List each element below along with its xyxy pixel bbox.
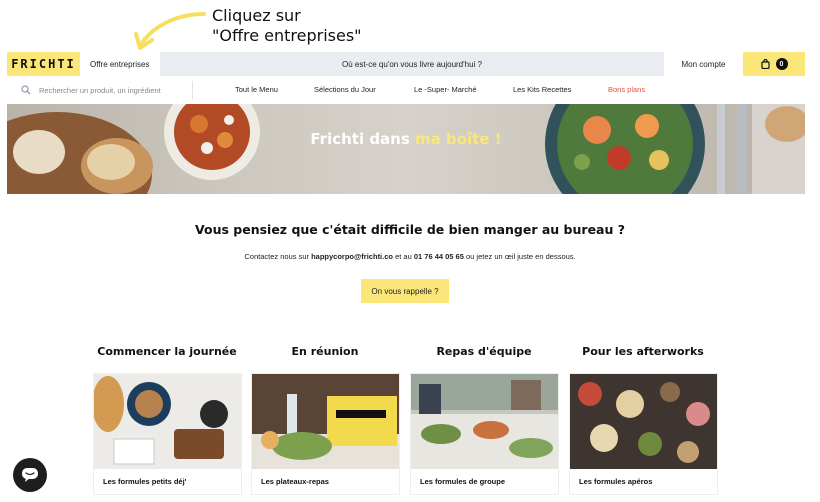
aperitif-photo [570, 374, 717, 469]
contact-suffix: ou jetez un œil juste en dessous. [463, 252, 576, 261]
category-card-trays[interactable]: Les plateaux-repas [252, 374, 399, 494]
frichti-logo[interactable]: FRICHTI [7, 52, 80, 76]
bag-icon [760, 59, 770, 69]
chat-widget-button[interactable] [13, 458, 47, 492]
contact-text: Contactez nous sur happycorpo@frichti.co… [0, 252, 820, 261]
nav-selections-du-jour[interactable]: Sélections du Jour [314, 85, 376, 94]
nav-super-marche[interactable]: Le -Super- Marché [414, 85, 477, 94]
category-title-meeting: En réunion [291, 345, 359, 358]
annotation-arrow-icon [134, 12, 206, 50]
contact-prefix: Contactez nous sur [244, 252, 312, 261]
account-link[interactable]: Mon compte [664, 52, 743, 76]
card-label-breakfast: Les formules petits déj' [103, 477, 187, 486]
nav-tout-le-menu[interactable]: Tout le Menu [235, 85, 278, 94]
chat-icon [22, 468, 38, 482]
contact-email[interactable]: happycorpo@frichti.co [311, 252, 393, 261]
category-title-afterworks: Pour les afterworks [582, 345, 704, 358]
cart-count-badge: 0 [775, 58, 788, 70]
top-header: FRICHTI Offre entreprises Où est-ce qu'o… [7, 52, 805, 76]
banner-food-illustration [7, 104, 805, 194]
nav-bons-plans[interactable]: Bons plans [608, 85, 645, 94]
contact-middle: et au [392, 252, 414, 261]
callback-button[interactable]: On vous rappelle ? [361, 279, 449, 303]
offre-entreprises-link[interactable]: Offre entreprises [80, 52, 160, 76]
card-label-aperos: Les formules apéros [579, 477, 653, 486]
annotation-line-1: Cliquez sur [212, 6, 301, 25]
annotation-line-2: "Offre entreprises" [212, 26, 362, 45]
contact-phone[interactable]: 01 76 44 05 65 [414, 252, 464, 261]
category-title-team-meal: Repas d'équipe [436, 345, 532, 358]
card-label-trays: Les plateaux-repas [261, 477, 329, 486]
search-icon [21, 85, 31, 95]
breakfast-photo [94, 374, 241, 469]
annotation-text: Cliquez sur "Offre entreprises" [212, 6, 362, 46]
category-card-breakfast[interactable]: Les formules petits déj' [94, 374, 241, 494]
hero-banner: Frichti dans ma boîte ! [7, 104, 805, 194]
nav-kits-recettes[interactable]: Les Kits Recettes [513, 85, 571, 94]
search-bar[interactable]: Rechercher un produit, un ingrédient [7, 81, 193, 99]
team-meal-photo [411, 374, 558, 469]
category-title-morning: Commencer la journée [97, 345, 237, 358]
card-label-group: Les formules de groupe [420, 477, 506, 486]
banner-title-prefix: Frichti dans [310, 130, 416, 148]
page-headline: Vous pensiez que c'était difficile de bi… [195, 222, 625, 237]
banner-title: Frichti dans ma boîte ! [7, 130, 805, 148]
meal-tray-photo [252, 374, 399, 469]
banner-title-highlight: ma boîte ! [415, 130, 502, 148]
main-nav: Rechercher un produit, un ingrédient Tou… [7, 78, 805, 102]
delivery-address-bar[interactable]: Où est-ce qu'on vous livre aujourd'hui ? [160, 52, 664, 76]
category-card-group[interactable]: Les formules de groupe [411, 374, 558, 494]
category-card-aperos[interactable]: Les formules apéros [570, 374, 717, 494]
cart-button[interactable]: 0 [743, 52, 805, 76]
search-placeholder: Rechercher un produit, un ingrédient [39, 85, 161, 95]
